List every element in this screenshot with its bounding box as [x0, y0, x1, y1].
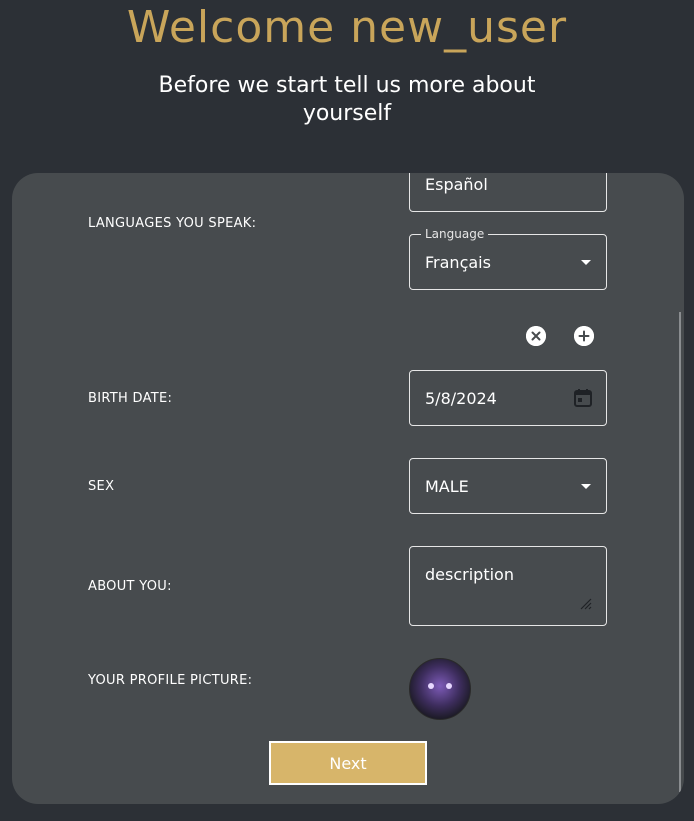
page-subtitle: Before we start tell us more about yours…	[158, 73, 536, 126]
sex-label: SEX	[88, 479, 115, 494]
resize-handle-icon[interactable]	[578, 596, 592, 610]
profile-form-card: LANGUAGES YOU SPEAK: Español Language Fr…	[12, 173, 684, 804]
close-circle-icon	[526, 326, 546, 346]
avatar-eye-right	[446, 683, 452, 689]
language-select-2-value: Français	[425, 253, 491, 272]
plus-circle-icon	[574, 326, 594, 346]
profile-picture-label: YOUR PROFILE PICTURE:	[88, 673, 253, 688]
remove-language-button[interactable]	[526, 326, 546, 346]
calendar-icon[interactable]	[573, 388, 593, 408]
about-textarea[interactable]: description	[409, 546, 607, 626]
sex-select[interactable]: MALE	[409, 458, 607, 514]
avatar[interactable]	[409, 658, 471, 720]
birth-date-value: 5/8/2024	[425, 389, 497, 408]
language-select-1-value: Español	[425, 175, 488, 194]
scrollbar[interactable]	[679, 312, 681, 792]
birth-date-label: BIRTH DATE:	[88, 391, 173, 406]
languages-label: LANGUAGES YOU SPEAK:	[88, 216, 257, 231]
about-textarea-value: description	[425, 565, 514, 584]
add-language-button[interactable]	[574, 326, 594, 346]
birth-date-input[interactable]: 5/8/2024	[409, 370, 607, 426]
chevron-down-icon	[581, 484, 591, 489]
language-select-1[interactable]: Español	[409, 173, 607, 212]
language-select-2[interactable]: Language Français	[409, 227, 607, 290]
sex-select-value: MALE	[425, 477, 469, 496]
chevron-down-icon	[581, 260, 591, 265]
language-field-legend: Language	[421, 227, 489, 241]
avatar-eye-left	[428, 683, 434, 689]
about-label: ABOUT YOU:	[88, 579, 172, 594]
next-button-label: Next	[329, 753, 367, 773]
next-button[interactable]: Next	[269, 741, 427, 785]
page-title: Welcome new_user	[126, 2, 568, 53]
